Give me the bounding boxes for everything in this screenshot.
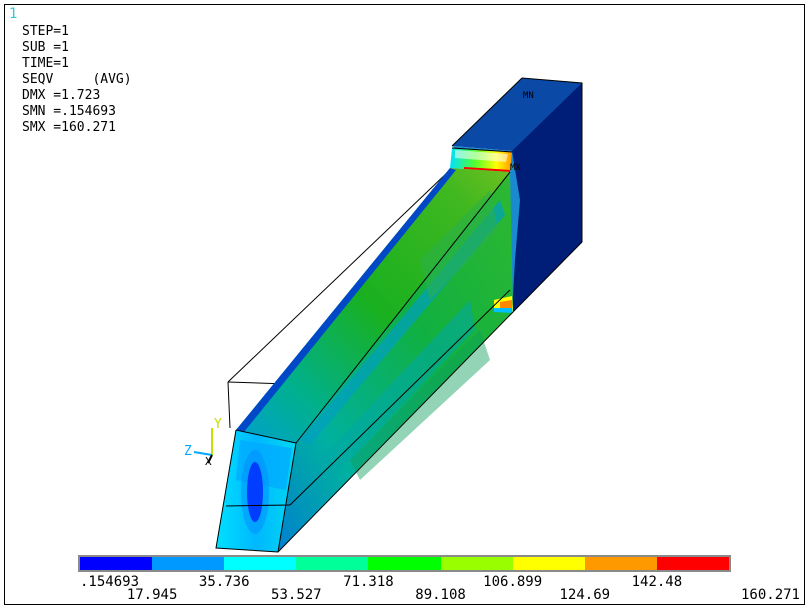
legend-swatch: #0099ff [152, 557, 225, 570]
legend-swatch: #ffff00 [512, 557, 585, 570]
legend-label: 35.736 [198, 574, 250, 590]
legend-swatch: #99ff00 [440, 557, 513, 570]
legend-label: 17.945 [126, 587, 178, 603]
legend-label: 71.318 [343, 574, 394, 590]
legend-label: 53.527 [271, 587, 322, 603]
contour-legend-bar: #0000ff#0099ff#00ffff#00ff99#00ff00#99ff… [78, 555, 731, 572]
legend-label: 142.48 [631, 574, 683, 590]
legend-label: 106.899 [483, 574, 543, 590]
coordinate-triad: Y Z X [184, 417, 222, 468]
legend-swatch: #ff9900 [584, 557, 657, 570]
mx-marker: MX [510, 163, 521, 173]
mn-marker: MN [523, 91, 534, 101]
legend-label: 124.69 [559, 587, 611, 603]
legend-swatch: #00ff99 [296, 557, 369, 570]
legend-swatch: #0000ff [80, 557, 153, 570]
legend-label: 89.108 [415, 587, 466, 603]
legend-swatch: #00ff00 [368, 557, 441, 570]
triad-z-label: Z [184, 444, 192, 459]
legend-label: 160.271 [740, 587, 800, 603]
legend-swatch: #00ffff [224, 557, 297, 570]
legend-swatch: #ff0000 [656, 557, 729, 570]
triad-x-label: X [205, 455, 212, 468]
triad-y-label: Y [214, 417, 222, 432]
stress-contour-model[interactable]: MX MN Y Z X [0, 0, 810, 610]
